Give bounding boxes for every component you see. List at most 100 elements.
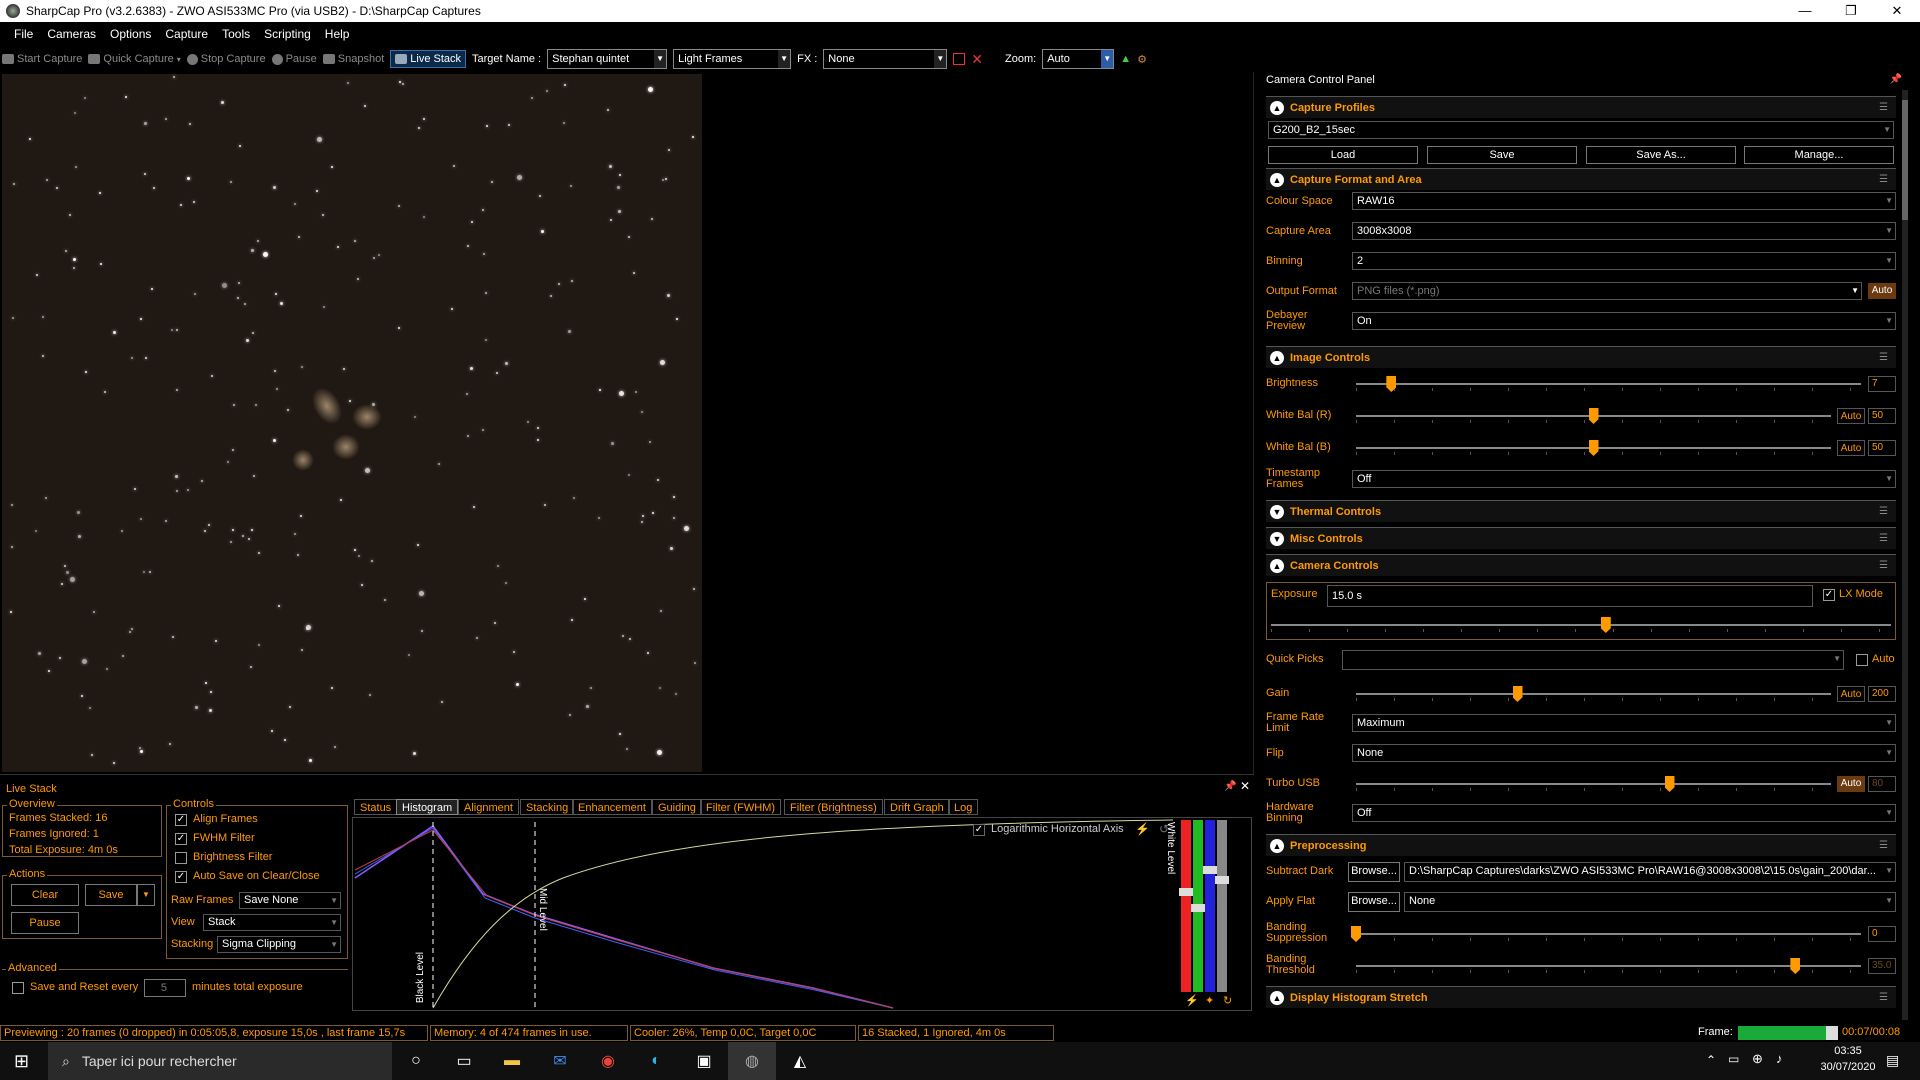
level-slider-handle[interactable] <box>1215 876 1229 884</box>
histogram-icon[interactable]: ▲ <box>1120 53 1131 65</box>
restore-button[interactable]: ❐ <box>1828 0 1874 22</box>
fwhm-filter-checkbox[interactable]: ✓ <box>175 833 187 845</box>
binning-select[interactable]: 2 ▼ <box>1352 252 1896 270</box>
crosshair-icon[interactable]: ✕ <box>971 51 983 68</box>
pin-icon[interactable]: 📌 <box>1890 74 1902 85</box>
banding-suppression-value[interactable]: 0 <box>1868 926 1896 942</box>
windows-start-icon[interactable]: ⊞ <box>14 1051 29 1072</box>
battery-icon[interactable]: ▭ <box>1728 1052 1739 1066</box>
capture-area-select[interactable]: 3008x3008 ▼ <box>1352 222 1896 240</box>
pause-stack-button[interactable]: Pause <box>11 912 79 934</box>
section-camera-controls[interactable]: ▲ Camera Controls ☰ <box>1266 554 1896 576</box>
level-slider-handle[interactable] <box>1203 866 1217 874</box>
section-preprocessing[interactable]: ▲ Preprocessing ☰ <box>1266 834 1896 856</box>
collapse-icon[interactable]: ▲ <box>1270 990 1284 1005</box>
pause-button[interactable]: Pause <box>271 53 317 65</box>
browse-flat-button[interactable]: Browse... <box>1348 892 1400 912</box>
hw-binning-select[interactable]: Off ▼ <box>1352 804 1896 822</box>
exposure-input[interactable]: 15.0 s <box>1327 585 1813 607</box>
tab-log[interactable]: Log <box>948 799 979 815</box>
wb-blue-auto-button[interactable]: Auto <box>1837 440 1865 456</box>
section-capture-profiles[interactable]: ▲ Capture Profiles ☰ <box>1266 96 1896 118</box>
image-viewport[interactable] <box>0 72 1254 774</box>
tab-drift-graph[interactable]: Drift Graph <box>884 799 950 815</box>
turbo-usb-slider[interactable] <box>1356 776 1831 792</box>
level-slider-handle[interactable] <box>1191 904 1205 912</box>
save-reset-checkbox[interactable] <box>12 982 24 994</box>
chrome-icon[interactable]: ◉ <box>584 1042 632 1080</box>
start-capture-button[interactable]: Start Capture <box>2 53 82 65</box>
wb-red-slider[interactable] <box>1356 408 1831 424</box>
minimize-button[interactable]: — <box>1782 0 1828 22</box>
tab-alignment[interactable]: Alignment <box>458 799 519 815</box>
live-stack-button[interactable]: Live Stack <box>390 50 467 68</box>
banding-suppression-slider[interactable] <box>1351 926 1861 942</box>
section-image-controls[interactable]: ▲ Image Controls ☰ <box>1266 346 1896 368</box>
menu-help[interactable]: Help <box>325 27 350 41</box>
red-level-bar[interactable] <box>1181 820 1191 992</box>
zoom-select[interactable]: Auto ▼ <box>1042 49 1115 69</box>
brightness-filter-checkbox[interactable] <box>175 852 187 864</box>
save-options-chevron-down-icon[interactable]: ▼ <box>137 884 155 906</box>
wb-blue-slider[interactable] <box>1356 440 1831 456</box>
chevron-down-icon[interactable]: ▼ <box>934 50 947 68</box>
timestamp-select[interactable]: Off ▼ <box>1352 470 1896 488</box>
stacking-select[interactable]: Sigma Clipping ▼ <box>217 936 341 953</box>
tab-stacking[interactable]: Stacking <box>520 799 575 815</box>
fx-select[interactable]: None ▼ <box>823 49 948 69</box>
manage-profiles-button[interactable]: Manage... <box>1744 146 1894 164</box>
expand-icon[interactable]: ▼ <box>1270 504 1284 519</box>
gain-value[interactable]: 200 <box>1868 686 1896 702</box>
menu-scripting[interactable]: Scripting <box>264 27 311 41</box>
network-globe-icon[interactable]: ⊕ <box>1752 1051 1763 1067</box>
lx-mode-checkbox[interactable]: ✓ <box>1823 589 1835 601</box>
histogram-area[interactable]: Black Level Mid Level ✓ Logarithmic Hori… <box>352 817 1252 1011</box>
sharpcap-taskbar-icon[interactable]: ◍ <box>728 1042 776 1080</box>
task-view-icon[interactable]: ▭ <box>440 1042 488 1080</box>
section-display-histogram-stretch[interactable]: ▲ Display Histogram Stretch ☰ <box>1266 986 1896 1008</box>
output-format-select[interactable]: PNG files (*.png) ▼ <box>1352 282 1862 300</box>
cortana-icon[interactable]: ○ <box>392 1042 440 1080</box>
tab-filter-brightness[interactable]: Filter (Brightness) <box>784 799 883 815</box>
section-thermal-controls[interactable]: ▼ Thermal Controls ☰ <box>1266 500 1896 522</box>
turbo-usb-value[interactable]: 80 <box>1868 776 1896 792</box>
lightning-icon[interactable]: ⚡ <box>1135 822 1150 836</box>
tab-histogram[interactable]: Histogram <box>396 799 459 815</box>
astro-app-icon[interactable]: ▣ <box>680 1042 728 1080</box>
collapse-icon[interactable]: ▲ <box>1270 350 1284 365</box>
frame-type-select[interactable]: Light Frames ▼ <box>673 49 792 69</box>
menu-icon[interactable]: ☰ <box>1879 174 1888 185</box>
quick-picks-select[interactable]: ▼ <box>1342 650 1844 670</box>
browse-dark-button[interactable]: Browse... <box>1348 862 1400 882</box>
menu-capture[interactable]: Capture <box>165 27 208 41</box>
level-slider-handle[interactable] <box>1179 888 1193 896</box>
settings-gear-icon[interactable]: ⚙ <box>1137 53 1147 66</box>
brightness-value[interactable]: 7 <box>1868 376 1896 392</box>
taskbar-search[interactable]: ⌕ Taper ici pour rechercher <box>48 1042 392 1080</box>
menu-icon[interactable]: ☰ <box>1879 506 1888 517</box>
mail-icon[interactable]: ✉ <box>536 1042 584 1080</box>
pin-icon[interactable]: 📌 <box>1224 781 1236 792</box>
reticle-icon[interactable] <box>953 53 966 65</box>
section-capture-format[interactable]: ▲ Capture Format and Area ☰ <box>1266 168 1896 190</box>
subtract-dark-select[interactable]: D:\SharpCap Captures\darks\ZWO ASI533MC … <box>1404 862 1896 882</box>
wb-red-auto-button[interactable]: Auto <box>1837 408 1865 424</box>
chevron-down-icon[interactable]: ▼ <box>654 50 667 68</box>
output-auto-button[interactable]: Auto <box>1868 283 1896 299</box>
chevron-down-icon[interactable]: ▼ <box>778 50 791 68</box>
tab-status[interactable]: Status <box>354 799 398 815</box>
target-name-combo[interactable]: Stephan quintet ▼ <box>547 49 668 69</box>
collapse-icon[interactable]: ▲ <box>1270 100 1284 115</box>
reset-icon[interactable]: ↻ <box>1223 994 1232 1007</box>
menu-icon[interactable]: ☰ <box>1879 840 1888 851</box>
save-as-profile-button[interactable]: Save As... <box>1586 146 1736 164</box>
flip-select[interactable]: None ▼ <box>1352 744 1896 762</box>
view-select[interactable]: Stack ▼ <box>203 914 341 931</box>
quick-capture-button[interactable]: Quick Capture ▾ <box>88 53 181 65</box>
notifications-icon[interactable]: ▤ <box>1886 1052 1899 1069</box>
tab-enhancement[interactable]: Enhancement <box>572 799 652 815</box>
menu-file[interactable]: File <box>14 27 33 41</box>
blue-level-bar[interactable] <box>1205 820 1215 992</box>
collapse-icon[interactable]: ▲ <box>1270 558 1284 573</box>
apply-flat-select[interactable]: None ▼ <box>1404 892 1896 912</box>
